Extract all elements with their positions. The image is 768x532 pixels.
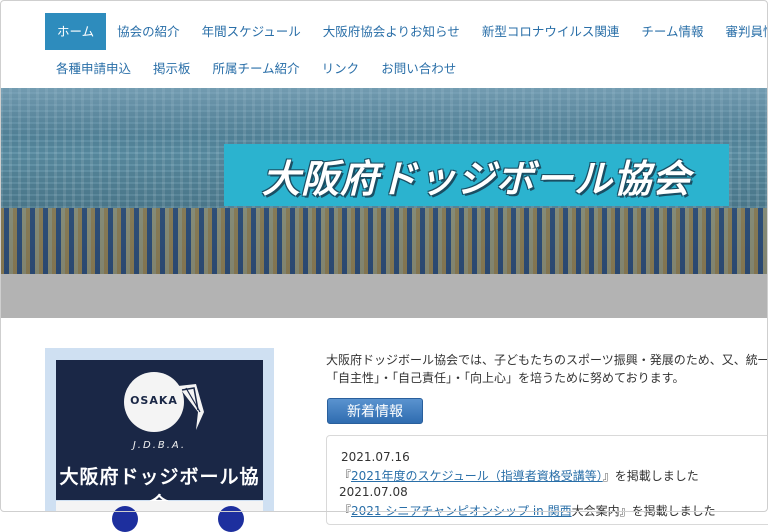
news-heading-button[interactable]: 新着情報 [327,398,423,424]
nav-links[interactable]: リンク [311,51,371,87]
intro-text: 大阪府ドッジボール協会では、子どもたちのスポーツ振興・発展のため、又、統一 「自… [326,351,768,387]
stadium-lights [0,88,768,138]
news-date: 2021.07.08 [339,485,408,499]
nav-referee-info[interactable]: 審判員情報 [714,13,768,50]
logo-swoosh-icon [178,384,204,430]
logo-jdba-text: J.D.B.A. [132,440,187,451]
nav-row-2: 各種申請申込 掲示板 所属チーム紹介 リンク お問い合わせ [45,51,467,87]
news-link-schedule[interactable]: 2021年度のスケジュール（指導者資格受講等） [351,469,603,483]
news-link-senior-championship[interactable]: 2021 シニアチャンピオンシップ in 関西 [351,504,572,518]
association-logo: OSAKA J.D.B.A. 大阪府ドッジボール協会 [56,360,263,515]
nav-notices[interactable]: 大阪府協会よりお知らせ [312,13,471,50]
news-item: 『2021 シニアチャンピオンシップ in 関西大会案内』を掲載しました [339,504,716,518]
hero-banner-image: 大阪府ドッジボール協会 [0,88,768,274]
intro-line-1: 大阪府ドッジボール協会では、子どもたちのスポーツ振興・発展のため、又、統一 [326,353,768,367]
logo-dot-left [112,506,138,532]
hero-title: 大阪府ドッジボール協会 [261,156,691,201]
nav-team-info[interactable]: チーム情報 [630,13,714,50]
association-logo-card: OSAKA J.D.B.A. 大阪府ドッジボール協会 [45,348,274,532]
main-navigation: ホーム 協会の紹介 年間スケジュール 大阪府協会よりお知らせ 新型コロナウイルス… [0,0,768,88]
nav-applications[interactable]: 各種申請申込 [45,51,142,87]
nav-schedule[interactable]: 年間スケジュール [191,13,312,50]
nav-about[interactable]: 協会の紹介 [106,13,191,50]
news-date: 2021.07.16 [341,450,410,464]
hero-title-banner: 大阪府ドッジボール協会 [224,144,729,206]
news-item: 『2021年度のスケジュール（指導者資格受講等）』を掲載しました [339,469,699,483]
intro-line-2: 「自主性」・「自己責任」・「向上心」を培うために努めております。 [326,371,685,385]
nav-member-teams[interactable]: 所属チーム紹介 [202,51,311,87]
nav-covid[interactable]: 新型コロナウイルス関連 [471,13,631,50]
nav-contact[interactable]: お問い合わせ [370,51,467,87]
nav-home[interactable]: ホーム [45,13,107,50]
hero-bottom-band [0,274,768,318]
nav-bulletin-board[interactable]: 掲示板 [142,51,202,87]
logo-dot-right [218,506,244,532]
stadium-crowd [0,208,768,274]
nav-row-1: ホーム 協会の紹介 年間スケジュール 大阪府協会よりお知らせ 新型コロナウイルス… [45,13,768,50]
